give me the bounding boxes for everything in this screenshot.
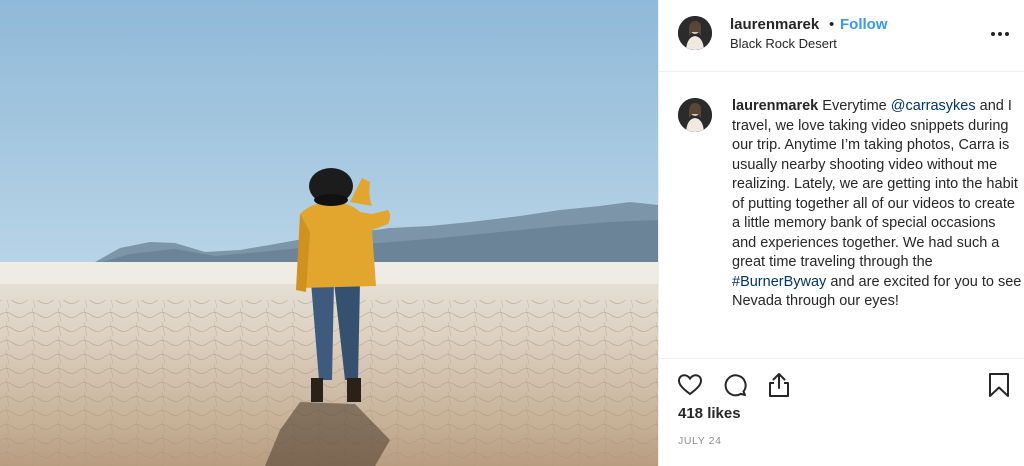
post-header: laurenmarek • Follow Black Rock Desert [659,0,1024,72]
post-sidebar: laurenmarek • Follow Black Rock Desert l… [658,0,1024,466]
mention-link[interactable]: @carrasykes [891,98,976,114]
header-username[interactable]: laurenmarek [730,16,819,34]
more-options-icon[interactable] [991,26,1011,42]
comment-area: laurenmarek Everytime @carrasykes and I … [659,72,1024,359]
caption-text: and I travel, we love taking video snipp… [732,98,1018,270]
desert-photo [0,0,658,466]
hashtag-link[interactable]: #BurnerByway [732,274,826,290]
location-link[interactable]: Black Rock Desert [730,36,837,52]
avatar[interactable] [678,98,712,132]
action-bar [659,359,1024,405]
caption-text: Everytime [822,98,891,114]
share-icon[interactable] [765,371,793,399]
post-photo[interactable] [0,0,658,466]
post-caption: laurenmarek Everytime @carrasykes and I … [732,97,1022,312]
caption-username[interactable]: laurenmarek [732,98,818,114]
bookmark-icon[interactable] [985,371,1013,399]
post-date: JULY 24 [678,435,722,447]
like-count[interactable]: 418 likes [678,405,741,423]
heart-icon[interactable] [676,371,704,399]
header-separator: • [829,16,835,33]
follow-button[interactable]: Follow [840,16,888,34]
comment-icon[interactable] [721,371,749,399]
instagram-post: laurenmarek • Follow Black Rock Desert l… [0,0,1024,466]
avatar[interactable] [678,16,712,50]
